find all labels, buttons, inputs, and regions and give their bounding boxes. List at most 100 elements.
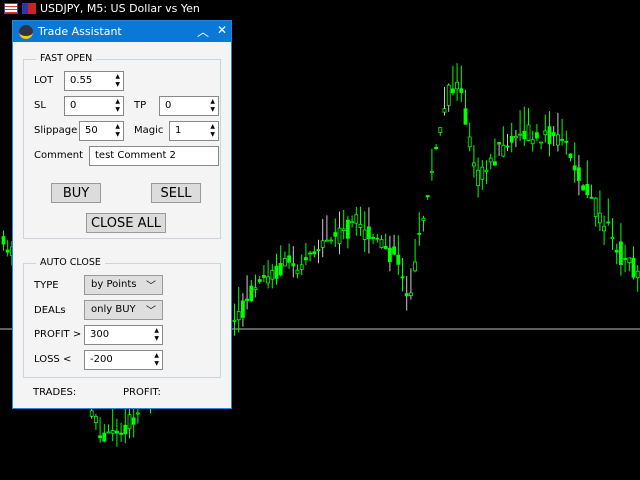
candle [94,413,98,430]
candle [476,157,481,198]
candle [392,234,397,256]
type-value: by Points [91,279,137,290]
magic-stepper[interactable]: 1 ▲ ▼ [169,121,219,141]
minimize-icon[interactable]: ︿ [197,23,209,40]
type-select[interactable]: by Points ﹀ [84,275,163,295]
candle [396,235,401,276]
candle [425,195,430,200]
candle [291,246,296,278]
candle [240,293,245,327]
comment-value: test Comment 2 [95,150,176,161]
buy-button[interactable]: BUY [51,183,101,203]
candle [337,211,342,255]
candle [589,184,594,199]
chart-window-icon [4,3,18,14]
sl-stepper[interactable]: 0 ▲ ▼ [64,96,124,116]
candle [581,183,585,191]
panel-titlebar[interactable]: Trade Assistant ︿ ✕ [13,21,231,42]
candle [1,230,6,251]
chevron-down-icon: ﹀ [146,281,156,292]
candle [257,275,262,284]
sell-button[interactable]: SELL [151,183,201,203]
candle [526,108,531,142]
tp-value: 0 [165,100,172,111]
sl-value: 0 [70,100,77,111]
slippage-stepper[interactable]: 50 ▲ ▼ [79,121,124,141]
tp-stepper[interactable]: 0 ▲ ▼ [159,96,219,116]
candle [89,407,94,419]
spin-arrows-icon[interactable]: ▲ ▼ [115,123,120,139]
candle [446,83,451,112]
chevron-down-icon: ﹀ [146,306,156,317]
candle [551,126,556,147]
candle [606,198,611,226]
spin-arrows-icon[interactable]: ▲ ▼ [154,352,159,368]
candle [539,141,543,150]
candle [610,218,615,250]
chart-title: USDJPY, M5: US Dollar vs Yen [40,2,200,15]
profit-stepper[interactable]: 300 ▲ ▼ [84,325,163,345]
candle [417,212,422,246]
candle [522,106,527,146]
candle [358,206,363,236]
candle [387,235,392,272]
loss-threshold-label: LOSS < [34,354,72,365]
loss-stepper[interactable]: -200 ▲ ▼ [84,350,163,370]
lot-value: 0.55 [70,75,93,86]
candle [530,130,535,152]
close-icon[interactable]: ✕ [217,23,227,37]
type-label: TYPE [34,280,59,291]
candle [568,153,573,162]
candle [400,258,405,292]
candle [450,65,455,96]
candle [303,242,308,265]
candle [547,111,552,157]
spin-arrows-icon[interactable]: ▲ ▼ [154,327,159,343]
trader-icon [19,24,33,39]
magic-label: Magic [134,125,164,136]
comment-input[interactable]: test Comment 2 [89,146,219,166]
deals-select[interactable]: only BUY ﹀ [84,300,163,320]
candle [245,275,250,310]
candle [106,424,111,434]
candle [236,286,241,333]
lot-label: LOT [34,75,54,86]
candle [484,160,489,184]
candle [631,246,636,280]
candle [278,245,283,277]
candle [249,279,254,303]
candle [5,239,10,257]
candle [429,148,434,181]
candle [366,207,371,254]
candle [518,110,522,142]
candle [623,244,627,273]
candle [627,257,632,272]
candle [274,253,279,285]
candle [379,235,384,249]
spin-arrows-icon[interactable]: ▲ ▼ [210,98,215,114]
candle [438,127,443,136]
auto-close-label: AUTO CLOSE [36,257,105,268]
candle [564,130,569,155]
candle [455,63,460,101]
candle [282,251,287,267]
deals-value: only BUY [91,304,136,315]
candle [635,265,640,292]
profit-threshold-label: PROFIT > [34,329,82,340]
candle [299,254,304,276]
spin-arrows-icon[interactable]: ▲ ▼ [115,73,120,89]
candle [404,275,409,311]
tp-label: TP [134,100,147,111]
candle [119,422,123,442]
candle [232,303,237,336]
candle [602,215,606,246]
spin-arrows-icon[interactable]: ▲ ▼ [115,98,120,114]
close-all-button[interactable]: CLOSE ALL [86,213,166,233]
candle [442,86,447,116]
chart-header: USDJPY, M5: US Dollar vs Yen [4,2,200,15]
spin-arrows-icon[interactable]: ▲ ▼ [210,123,215,139]
symbol-icon [22,3,36,14]
candle [463,89,468,125]
lot-stepper[interactable]: 0.55 ▲ ▼ [64,71,124,91]
candle [543,114,548,143]
